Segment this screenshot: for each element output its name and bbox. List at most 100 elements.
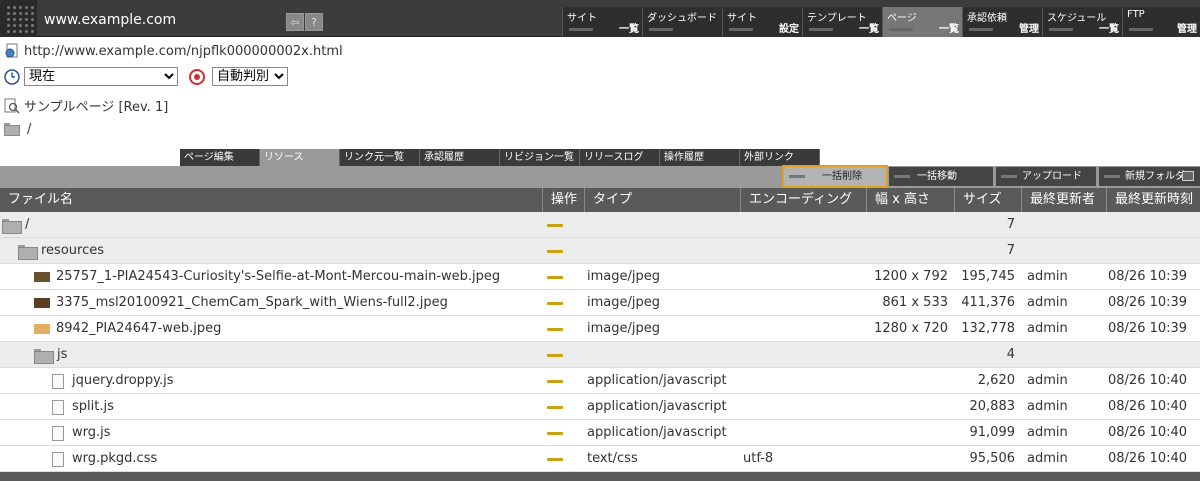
file-name: / [25, 217, 30, 232]
operation-menu-icon[interactable] [547, 406, 563, 409]
col-size[interactable]: サイズ [954, 188, 1021, 212]
file-name: resources [41, 243, 105, 258]
updated-at-cell: 08/26 10:39 [1108, 269, 1188, 284]
file-name-cell[interactable]: split.js [52, 394, 114, 420]
tab-bar: ページ編集 リソース リンク元一覧 承認履歴 リビジョン一覧 リリースログ 操作履歴 外部リン… [180, 149, 820, 166]
col-dimensions[interactable]: 幅 x 高さ [866, 188, 954, 212]
page-search-icon [4, 98, 20, 114]
bottom-bar [0, 472, 1200, 481]
col-operation[interactable]: 操作 [542, 188, 584, 212]
dimensions-cell [866, 446, 948, 472]
logo-dot [19, 24, 22, 27]
dimensions-cell [866, 238, 948, 264]
operation-menu-icon[interactable] [547, 328, 563, 331]
nav-item[interactable]: 承認依頼 管理 [962, 7, 1042, 37]
nav-item[interactable]: ページ 一覧 [882, 7, 962, 37]
size-cell: 7 [1006, 217, 1015, 232]
logo-dot [7, 30, 10, 33]
nav-item[interactable]: FTP 管理 [1122, 7, 1200, 37]
operation-menu-icon[interactable] [547, 276, 563, 279]
table-row[interactable]: 25757_1-PIA24543-Curiosity's-Selfie-at-M… [0, 264, 1200, 290]
operation-menu-icon[interactable] [547, 354, 563, 357]
encoding-select[interactable]: 自動判別 [212, 67, 288, 86]
upload-button[interactable]: アップロード [996, 167, 1096, 186]
dimensions-cell [866, 342, 948, 368]
col-filename[interactable]: ファイル名 [0, 188, 542, 212]
table-row[interactable]: js 4 [0, 342, 1200, 368]
file-name-cell[interactable]: / [2, 212, 29, 238]
top-bar: www.example.com ⇦ ? サイト 一覧 ダッシュボード サイト 設定 テンプ… [0, 0, 1200, 37]
table-row[interactable]: wrg.js application/javascript 91,099 admin 0… [0, 420, 1200, 446]
logo-dot [31, 12, 34, 15]
nav-item[interactable]: サイト 一覧 [562, 7, 642, 37]
updated-by-cell: admin [1027, 451, 1068, 466]
tab[interactable]: 外部リンク [740, 149, 820, 166]
col-type[interactable]: タイプ [584, 188, 740, 212]
tab[interactable]: ページ編集 [180, 149, 260, 166]
operation-menu-icon[interactable] [547, 380, 563, 383]
nav-item-label: FTP [1127, 9, 1145, 20]
file-name-cell[interactable]: js [34, 342, 67, 368]
updated-by-cell: admin [1027, 425, 1068, 440]
logo-dot [13, 6, 16, 9]
bulk-move-button[interactable]: 一括移動 [889, 167, 993, 186]
file-name-cell[interactable]: 25757_1-PIA24543-Curiosity's-Selfie-at-M… [34, 264, 500, 290]
tab[interactable]: リビジョン一覧 [500, 149, 580, 166]
logo-dot [25, 6, 28, 9]
tab[interactable]: 操作履歴 [660, 149, 740, 166]
nav-item[interactable]: サイト 設定 [722, 7, 802, 37]
file-name: 25757_1-PIA24543-Curiosity's-Selfie-at-M… [56, 269, 501, 284]
table-row[interactable]: 3375_msl20100921_ChemCam_Spark_with_Wien… [0, 290, 1200, 316]
button-bar-icon [789, 175, 805, 178]
globe-page-icon [4, 43, 20, 59]
current-path: / [27, 121, 32, 137]
table-row[interactable]: resources 7 [0, 238, 1200, 264]
operation-menu-icon[interactable] [547, 250, 563, 253]
file-name-cell[interactable]: wrg.pkgd.css [52, 446, 157, 472]
table-row[interactable]: jquery.droppy.js application/javascript 2,… [0, 368, 1200, 394]
file-name: wrg.js [72, 425, 111, 440]
file-name-cell[interactable]: resources [18, 238, 104, 264]
table-row[interactable]: 8942_PIA24647-web.jpeg image/jpeg 1280 x 7… [0, 316, 1200, 342]
image-thumbnail-icon [34, 298, 50, 308]
type-cell: application/javascript [587, 399, 727, 414]
nav-item-label: テンプレート [807, 13, 867, 24]
size-cell: 411,376 [961, 295, 1015, 310]
nav-item[interactable]: スケジュール 一覧 [1042, 7, 1122, 37]
table-row[interactable]: split.js application/javascript 20,883 admi… [0, 394, 1200, 420]
site-url[interactable]: www.example.com [44, 0, 176, 37]
nav-item[interactable]: テンプレート 一覧 [802, 7, 882, 37]
col-updated-by[interactable]: 最終更新者 [1021, 188, 1106, 212]
tab[interactable]: 承認履歴 [420, 149, 500, 166]
table-row[interactable]: /7 [0, 212, 1200, 238]
logo-dot [25, 30, 28, 33]
new-folder-button[interactable]: 新規フォルダ [1099, 167, 1200, 186]
updated-at-cell: 08/26 10:40 [1108, 399, 1188, 414]
operation-menu-icon[interactable] [547, 458, 563, 461]
col-encoding[interactable]: エンコーディング [740, 188, 866, 212]
col-updated-at[interactable]: 最終更新時刻 [1106, 188, 1200, 212]
updated-at-cell: 08/26 10:39 [1108, 321, 1188, 336]
file-name-cell[interactable]: wrg.js [52, 420, 111, 446]
back-icon[interactable]: ⇦ [286, 13, 304, 31]
file-name-cell[interactable]: jquery.droppy.js [52, 368, 174, 394]
tab[interactable]: リソース [260, 149, 340, 166]
help-icon[interactable]: ? [305, 13, 323, 31]
type-cell: image/jpeg [587, 321, 660, 336]
file-name-cell[interactable]: 3375_msl20100921_ChemCam_Spark_with_Wien… [34, 290, 448, 316]
bulk-delete-button[interactable]: 一括削除 [782, 165, 888, 188]
file-name-cell[interactable]: 8942_PIA24647-web.jpeg [34, 316, 221, 342]
nav-item-label: ダッシュボード [647, 13, 717, 24]
time-select[interactable]: 現在 [24, 67, 178, 86]
tab[interactable]: リリースログ [580, 149, 660, 166]
logo-dot [7, 6, 10, 9]
nav-item[interactable]: ダッシュボード [642, 7, 722, 37]
operation-menu-icon[interactable] [547, 432, 563, 435]
app-logo-icon[interactable] [0, 0, 37, 37]
operation-menu-icon[interactable] [547, 224, 563, 227]
table-row[interactable]: wrg.pkgd.css text/css utf-8 95,506 admin 08/2… [0, 446, 1200, 472]
operation-menu-icon[interactable] [547, 302, 563, 305]
dimensions-cell [866, 420, 948, 446]
new-folder-icon [1182, 171, 1194, 181]
tab[interactable]: リンク元一覧 [340, 149, 420, 166]
